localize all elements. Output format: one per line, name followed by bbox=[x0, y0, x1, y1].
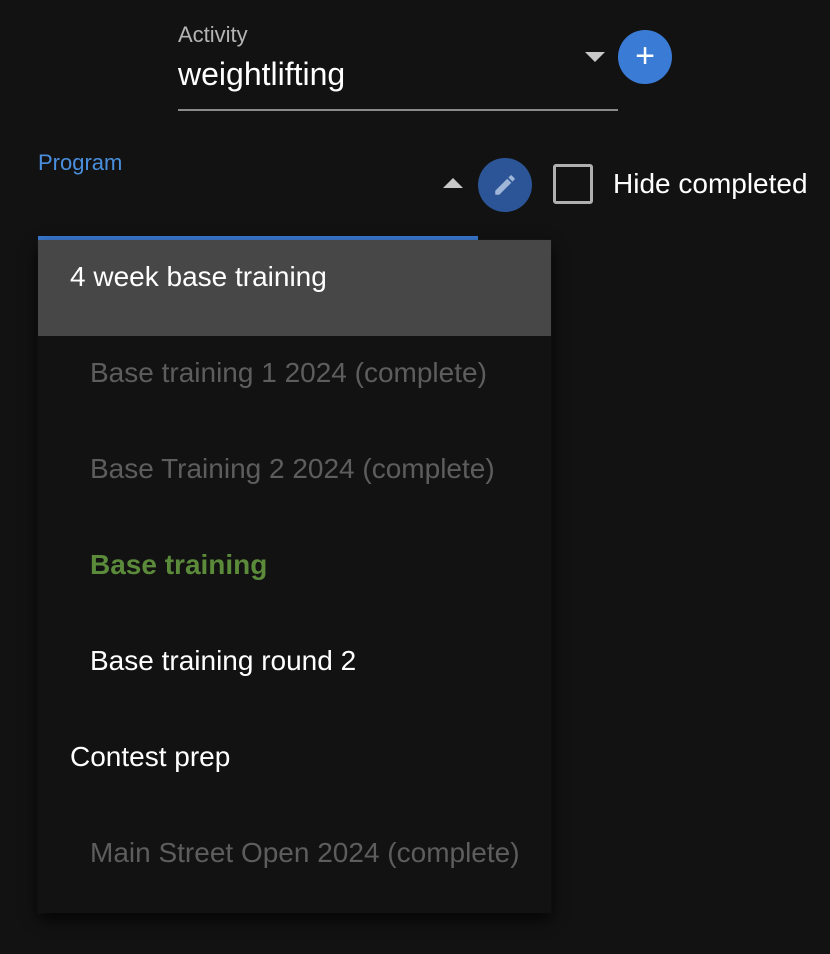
menu-item-base-training-1-2024[interactable]: Base training 1 2024 (complete) bbox=[38, 336, 551, 432]
activity-select[interactable]: Activity weightlifting bbox=[178, 20, 618, 111]
caret-down-icon[interactable] bbox=[585, 52, 605, 62]
menu-item-4-week-base-training[interactable]: 4 week base training bbox=[38, 240, 551, 336]
program-label: Program bbox=[38, 150, 123, 175]
menu-item-main-street-open-2024[interactable]: Main Street Open 2024 (complete) bbox=[38, 816, 551, 912]
caret-up-icon[interactable] bbox=[443, 178, 463, 188]
menu-item-base-training-round-2[interactable]: Base training round 2 bbox=[38, 624, 551, 720]
menu-item-contest-prep[interactable]: Contest prep bbox=[38, 720, 551, 816]
hide-completed-checkbox[interactable] bbox=[553, 164, 593, 204]
hide-completed-label[interactable]: Hide completed bbox=[613, 168, 808, 200]
program-settings-page: Activity weightlifting + Program Hide co… bbox=[0, 0, 830, 954]
edit-program-button[interactable] bbox=[478, 158, 532, 212]
plus-icon: + bbox=[635, 37, 655, 75]
menu-item-base-training[interactable]: Base training bbox=[38, 528, 551, 624]
pencil-icon bbox=[495, 175, 515, 195]
add-activity-button[interactable]: + bbox=[618, 30, 672, 84]
activity-label: Activity bbox=[178, 22, 248, 47]
program-dropdown-menu: 4 week base training Base training 1 202… bbox=[38, 240, 551, 913]
activity-value[interactable]: weightlifting bbox=[178, 56, 345, 93]
menu-item-base-training-2-2024[interactable]: Base Training 2 2024 (complete) bbox=[38, 432, 551, 528]
